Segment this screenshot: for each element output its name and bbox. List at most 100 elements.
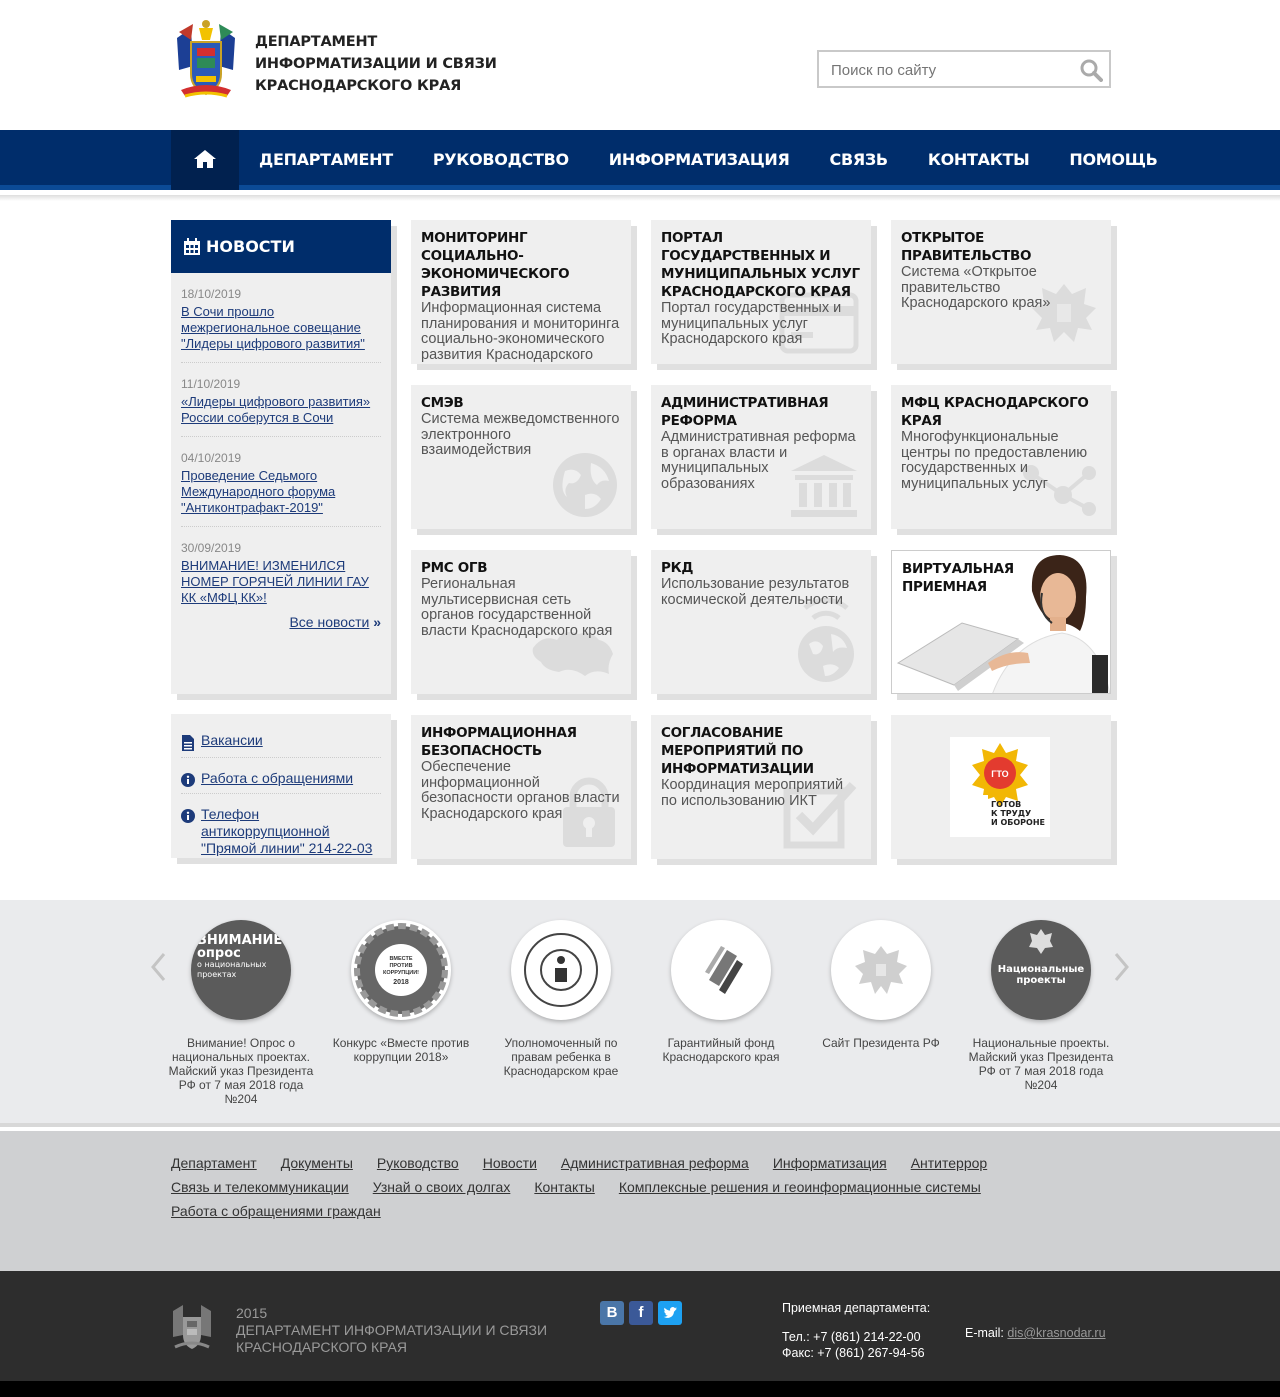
gto-logo: ГТО ГОТОВ К ТРУДУ И ОБОРОНЕ [950, 737, 1050, 837]
side-link-vacancies[interactable]: Вакансии [181, 732, 381, 758]
partner-logo-text: опрос [197, 946, 241, 961]
gto-badge-text: ГТО [991, 769, 1008, 779]
tile-desc: Информационная система планирования и мо… [421, 300, 620, 364]
footer-link[interactable]: Контакты [534, 1179, 594, 1195]
footer-email: E-mail: dis@krasnodar.ru [965, 1326, 1106, 1340]
email-link[interactable]: dis@krasnodar.ru [1007, 1326, 1105, 1340]
tile-desc: Обеспечение информационной безопасности … [421, 759, 620, 822]
tile-title: РМС ОГВ [421, 560, 488, 576]
site-title-line: КРАСНОДАРСКОГО КРАЯ [255, 78, 462, 94]
footer-link[interactable]: Новости [483, 1155, 537, 1171]
footer-link[interactable]: Комплексные решения и геоинформационные … [619, 1179, 981, 1195]
tile-gosuslugi[interactable]: ПОРТАЛ ГОСУДАРСТВЕННЫХ И МУНИЦИПАЛЬНЫХ У… [651, 220, 871, 364]
tile-gto[interactable]: ГТО ГОТОВ К ТРУДУ И ОБОРОНЕ [891, 715, 1111, 859]
tile-admin-reform[interactable]: АДМИНИСТРАТИВНАЯ РЕФОРМА Административна… [651, 385, 871, 529]
footer-org: 2015 ДЕПАРТАМЕНТ ИНФОРМАТИЗАЦИИ И СВЯЗИ … [236, 1305, 547, 1356]
tile-info-security[interactable]: ИНФОРМАЦИОННАЯ БЕЗОПАСНОСТЬ Обеспечение … [411, 715, 631, 859]
partner-logo-text: проекты [1016, 975, 1066, 986]
partner-survey[interactable]: ВНИМАНИЕ! опрос о национальных проектах … [166, 920, 316, 1106]
partner-logo-text: КОРРУПЦИИ! [383, 970, 419, 976]
tile-smev[interactable]: СМЭВ Система межведомственного электронн… [411, 385, 631, 529]
footer-link[interactable]: Связь и телекоммуникации [171, 1179, 349, 1195]
tile-desc: Система межведомственного электронного в… [421, 411, 620, 458]
twitter-icon[interactable] [658, 1301, 682, 1325]
partner-president-site[interactable]: Сайт Президента РФ [806, 920, 956, 1050]
footer-link[interactable]: Антитеррор [911, 1155, 988, 1171]
partner-logo-text: ПРОТИВ [389, 963, 412, 969]
tile-desc: Региональная мультисервисная сеть органо… [421, 576, 613, 639]
partner-logo-text: о национальных [197, 960, 267, 969]
news-link[interactable]: В Сочи прошло межрегиональное совещание … [181, 304, 381, 352]
tile-desc: Координация мероприятий по использованию… [661, 777, 844, 809]
nav-item-department[interactable]: ДЕПАРТАМЕНТ [239, 130, 413, 190]
nav-item-management[interactable]: РУКОВОДСТВО [413, 130, 589, 190]
footer-link[interactable]: Руководство [377, 1155, 459, 1171]
partner-guarantee-fund[interactable]: Гарантийный фонд Краснодарского края [646, 920, 796, 1064]
tile-desc: Многофункциональные центры по предоставл… [901, 429, 1088, 492]
news-link[interactable]: «Лидеры цифрового развития» России собер… [181, 394, 381, 426]
phone: Тел.: +7 (861) 214-22-00 [782, 1330, 921, 1344]
search-icon[interactable] [1079, 58, 1103, 82]
footer-link[interactable]: Департамент [171, 1155, 257, 1171]
news-link[interactable]: ВНИМАНИЕ! ИЗМЕНИЛСЯ НОМЕР ГОРЯЧЕЙ ЛИНИИ … [181, 558, 381, 606]
footer-link[interactable]: Информатизация [773, 1155, 887, 1171]
side-link-hotline[interactable]: Телефон антикоррупционной "Прямой линии"… [181, 806, 381, 863]
facebook-icon[interactable]: f [629, 1301, 653, 1325]
tile-monitoring[interactable]: МОНИТОРИНГ СОЦИАЛЬНО-ЭКОНОМИЧЕСКОГО РАЗВ… [411, 220, 631, 364]
carousel-next-icon[interactable] [1114, 952, 1130, 982]
partner-logo [671, 920, 771, 1020]
tile-mfc[interactable]: МФЦ КРАСНОДАРСКОГО КРАЯ Многофункциональ… [891, 385, 1111, 529]
footer-link[interactable]: Работа с обращениями граждан [171, 1203, 381, 1219]
footer-org-line: ДЕПАРТАМЕНТ ИНФОРМАТИЗАЦИИ И СВЯЗИ [236, 1322, 548, 1338]
tile-rms-ogv[interactable]: РМС ОГВ Региональная мультисервисная сет… [411, 550, 631, 694]
news-panel: НОВОСТИ 18/10/2019 В Сочи прошло межреги… [171, 220, 391, 694]
bottom-strip [0, 1381, 1280, 1397]
tile-title: СОГЛАСОВАНИЕ МЕРОПРИЯТИЙ ПО ИНФОРМАТИЗАЦ… [661, 725, 814, 777]
news-item: 30/09/2019 ВНИМАНИЕ! ИЗМЕНИЛСЯ НОМЕР ГОР… [181, 527, 381, 616]
search-input[interactable] [831, 60, 1071, 80]
partner-national-projects[interactable]: Национальные проекты Национальные проект… [966, 920, 1116, 1092]
tile-rkd[interactable]: РКД Использование результатов космическо… [651, 550, 871, 694]
footer-link[interactable]: Административная реформа [561, 1155, 749, 1171]
social-links: В f [600, 1301, 687, 1325]
footer-link[interactable]: Узнай о своих долгах [373, 1179, 511, 1195]
vk-icon[interactable]: В [600, 1301, 624, 1325]
footer-link[interactable]: Документы [281, 1155, 353, 1171]
partner-caption: Гарантийный фонд Краснодарского края [662, 1036, 780, 1064]
globe-icon [553, 453, 617, 517]
side-link-appeals[interactable]: Работа с обращениями [181, 770, 381, 794]
footer-links-row: Связь и телекоммуникации Узнай о своих д… [171, 1179, 1005, 1195]
tile-virtual-reception[interactable]: ВИРТУАЛЬНАЯ ПРИЕМНАЯ [891, 550, 1111, 694]
news-date: 04/10/2019 [181, 451, 242, 465]
home-icon [194, 150, 216, 168]
krasnodar-coat-of-arms-logo[interactable] [171, 18, 241, 104]
tile-open-government[interactable]: ОТКРЫТОЕ ПРАВИТЕЛЬСТВО Система «Открытое… [891, 220, 1111, 364]
footer-org-line: КРАСНОДАРСКОГО КРАЯ [236, 1339, 407, 1355]
news-item: 18/10/2019 В Сочи прошло межрегиональное… [181, 273, 381, 363]
gto-text-3: И ОБОРОНЕ [991, 818, 1045, 827]
partner-child-ombudsman[interactable]: Уполномоченный по правам ребенка в Красн… [486, 920, 636, 1078]
all-news-link[interactable]: Все новости » [289, 614, 381, 630]
side-link-label: Работа с обращениями [201, 770, 354, 786]
partner-anticorruption[interactable]: ВМЕСТЕ ПРОТИВ КОРРУПЦИИ! 2018 Конкурс «В… [326, 920, 476, 1064]
side-links-panel: Вакансии Работа с обращениями Телефон ан… [171, 714, 391, 858]
nav-item-communication[interactable]: СВЯЗЬ [810, 130, 908, 190]
site-title-line: ДЕПАРТАМЕНТ [255, 34, 378, 50]
nav-item-informatization[interactable]: ИНФОРМАТИЗАЦИЯ [589, 130, 810, 190]
partner-caption: Конкурс «Вместе против коррупции 2018» [332, 1036, 470, 1064]
news-link[interactable]: Проведение Седьмого Международного форум… [181, 468, 381, 516]
news-item: 04/10/2019 Проведение Седьмого Междунаро… [181, 437, 381, 527]
news-date: 30/09/2019 [181, 541, 242, 555]
footer-links: Департамент Документы Руководство Новост… [0, 1131, 1280, 1271]
nav-item-contacts[interactable]: КОНТАКТЫ [908, 130, 1050, 190]
nav-home[interactable] [171, 130, 239, 190]
carousel-prev-icon[interactable] [150, 952, 166, 982]
site-title[interactable]: ДЕПАРТАМЕНТ ИНФОРМАТИЗАЦИИ И СВЯЗИ КРАСН… [255, 31, 515, 97]
tile-coordination[interactable]: СОГЛАСОВАНИЕ МЕРОПРИЯТИЙ ПО ИНФОРМАТИЗАЦ… [651, 715, 871, 859]
partner-caption: Внимание! Опрос о национальных проектах.… [168, 1036, 314, 1106]
satellite-icon [798, 598, 854, 682]
tile-title: СМЭВ [421, 395, 464, 411]
site-title-line: ИНФОРМАТИЗАЦИИ И СВЯЗИ [255, 56, 497, 72]
document-icon [182, 735, 194, 751]
nav-item-help[interactable]: ПОМОЩЬ [1049, 130, 1177, 190]
